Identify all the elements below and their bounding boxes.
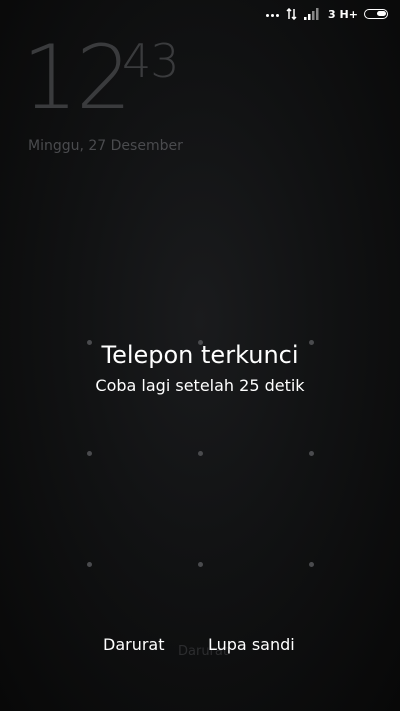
more-dots-icon	[266, 14, 282, 18]
emergency-button[interactable]: Darurat	[103, 634, 165, 656]
lock-screen: 3 H+ 12 43 Minggu, 27 Desember Telepon t…	[0, 0, 400, 711]
forgot-password-button[interactable]: Lupa sandi	[208, 634, 295, 656]
pattern-dot[interactable]	[87, 562, 92, 567]
data-transfer-icon	[286, 8, 297, 20]
clock-hour: 12	[22, 26, 132, 129]
pattern-dot[interactable]	[309, 451, 314, 456]
pattern-dot[interactable]	[87, 451, 92, 456]
pattern-dot[interactable]	[198, 562, 203, 567]
pattern-dot[interactable]	[309, 562, 314, 567]
clock-minute: 43	[122, 34, 180, 88]
signal-bars-icon	[304, 8, 319, 20]
battery-icon	[364, 9, 388, 19]
network-type-label: 3 H+	[328, 8, 358, 21]
lock-countdown: Coba lagi setelah 25 detik	[95, 376, 305, 395]
pattern-dot[interactable]	[198, 451, 203, 456]
date-label: Minggu, 27 Desember	[28, 138, 183, 154]
battery-fill	[377, 11, 386, 16]
lock-title: Telepon terkunci	[101, 341, 299, 369]
